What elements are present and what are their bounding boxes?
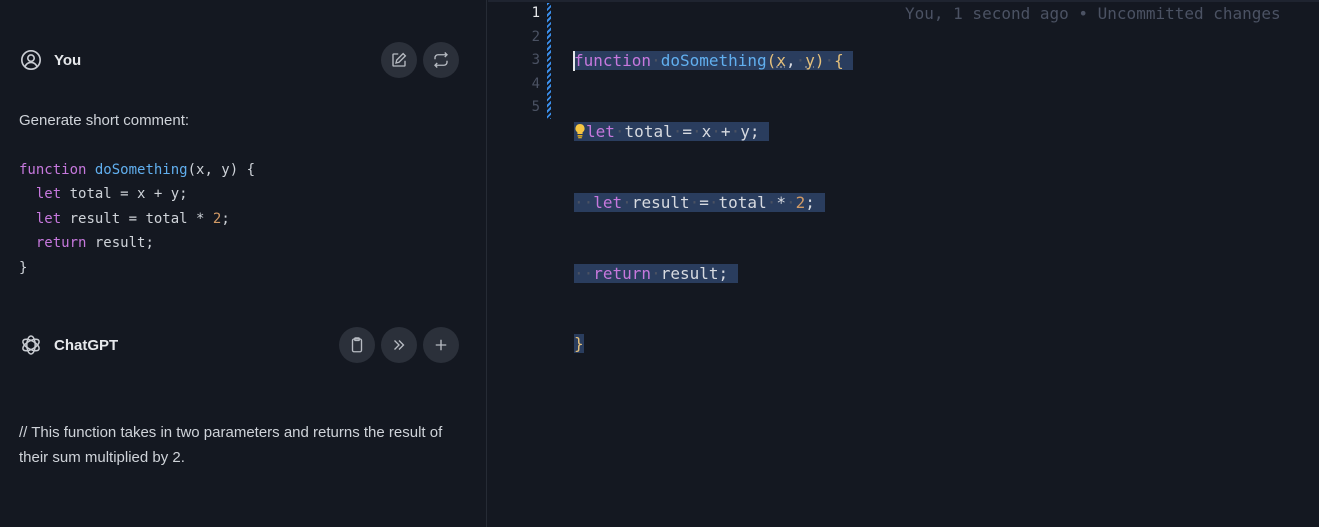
git-blame-annotation: You, 1 second ago • Uncommitted changes [905,4,1281,23]
line-number: 3 [531,52,540,69]
assistant-name: ChatGPT [54,336,119,354]
assistant-message-actions [339,327,459,363]
pencil-square-icon [392,52,407,67]
line-number: 2 [531,28,540,45]
lightbulb-icon[interactable] [574,122,586,139]
plus-icon [435,339,447,351]
new-file-button[interactable] [423,327,459,363]
user-message-actions [381,42,459,78]
code-line: function doSomething(x, y) { [19,162,256,178]
copy-button[interactable] [339,327,375,363]
selection: let·total·=·x·+·y; [574,121,770,141]
editor-line[interactable]: ··let·result·=·total·*·2; [574,191,853,215]
selection: ··return·result; [574,263,738,283]
insert-button[interactable] [381,327,417,363]
line-number: 1 [531,5,540,21]
user-circle-icon [19,48,43,72]
code-keyword: function [19,162,87,178]
code-line: let result = total * 2; [35,210,230,227]
line-number-gutter: 1 2 3 4 5 [488,2,540,120]
assistant-answer: // This function takes in two parameters… [19,424,443,466]
code-function-name: doSomething [94,162,188,178]
editor-line[interactable]: ··return·result; [574,262,853,286]
openai-logo-icon [19,333,43,357]
user-name: You [54,51,82,69]
editor-text-area[interactable]: function·doSomething(x,·y)·{ let·total·=… [573,2,854,403]
chevrons-right-icon [394,340,405,350]
edit-message-button[interactable] [381,42,417,78]
user-prompt: Generate short comment: [19,112,190,129]
arrows-repeat-icon [434,52,448,68]
selection: ··let·result·=·total·*·2; [574,192,825,212]
code-line: let total = x + y; [35,186,188,203]
editor-line[interactable]: let·total·=·x·+·y; [574,120,853,144]
editor-line[interactable]: } [574,332,853,356]
assistant-message-header: ChatGPT [19,327,459,363]
code-line: } [19,259,28,276]
editor-line[interactable]: function·doSomething(x,·y)·{ [573,49,854,73]
regenerate-button[interactable] [423,42,459,78]
git-change-indicator [547,3,551,119]
user-message-header: You [19,42,459,78]
chat-panel: You Generate short comment: function doS… [0,0,487,527]
line-number: 4 [531,75,540,92]
code-line: return result; [35,235,154,252]
code-editor[interactable]: 1 2 3 4 5 function·doSomething(x,·y)·{ l… [488,0,1319,527]
selection: function·doSomething(x,·y)·{ [574,51,854,71]
text-cursor [573,51,575,72]
user-code-block: function doSomething(x, y) { let total =… [19,158,255,280]
clipboard-icon [351,337,363,353]
line-number: 5 [531,99,540,116]
selection: } [574,334,584,354]
